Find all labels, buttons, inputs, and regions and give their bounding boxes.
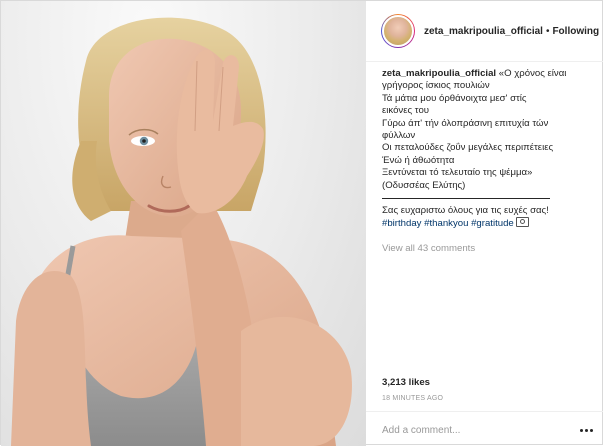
caption-line: Ένώ ή άθωότητα xyxy=(382,154,455,166)
portrait-illustration xyxy=(11,17,352,446)
instagram-post: zeta_makripoulia_official • Following zeta… xyxy=(0,0,603,446)
comment-bar xyxy=(366,411,603,447)
post-photo[interactable] xyxy=(1,1,366,446)
following-button[interactable]: Following xyxy=(552,26,599,37)
hashtag-link[interactable]: #gratitude xyxy=(471,218,514,229)
header-text: zeta_makripoulia_official • Following xyxy=(424,26,599,37)
caption-line: φύλλων xyxy=(382,130,416,142)
caption-line: «Ο χρόνος είναι xyxy=(498,68,567,79)
caption-line: Ξεντύνεται τό τελευταίο της ψέμμα» xyxy=(382,167,533,179)
separator-dot: • xyxy=(545,25,550,37)
likes-count[interactable]: 3,213 likes xyxy=(382,377,430,388)
caption-divider xyxy=(382,198,550,200)
caption-line: (Οδυσσέας Ελύτης) xyxy=(382,179,466,191)
caption-hashtags: #birthday #thankyou #gratitude xyxy=(382,217,582,230)
camera-icon xyxy=(516,217,530,228)
caption-username-link[interactable]: zeta_makripoulia_official xyxy=(382,68,496,79)
caption-line: γρήγορος ίσκιος πουλιών xyxy=(382,80,490,92)
post-header: zeta_makripoulia_official • Following xyxy=(366,1,603,62)
post-side-panel: zeta_makripoulia_official • Following zeta… xyxy=(366,1,603,446)
caption-line: Οι πεταλούδες ζοΰν μεγάλες περιπέτειες xyxy=(382,142,554,154)
comment-input[interactable] xyxy=(382,422,572,438)
post-caption: zeta_makripoulia_official «Ο χρόνος είνα… xyxy=(382,68,582,231)
avatar[interactable] xyxy=(381,14,415,48)
avatar-image xyxy=(382,15,414,47)
post-timestamp[interactable]: 18 MINUTES AGO xyxy=(382,395,443,402)
hashtag-link[interactable]: #thankyou xyxy=(424,218,468,229)
caption-line: Γύρω άπ' τήν όλοπράσινη επιτυχία τών xyxy=(382,117,549,129)
caption-line: εικόνες του xyxy=(382,105,430,117)
username-link[interactable]: zeta_makripoulia_official xyxy=(424,26,543,37)
caption-thanks: Σας ευχαριστω όλους για τις ευχές σας! xyxy=(382,205,549,217)
view-all-comments-link[interactable]: View all 43 comments xyxy=(382,243,475,254)
hashtag-link[interactable]: #birthday xyxy=(382,218,421,229)
caption-line: Τά μάτια μου όρθάνοιχτα μεσ' στίς xyxy=(382,92,527,104)
more-options-icon[interactable] xyxy=(580,429,593,432)
